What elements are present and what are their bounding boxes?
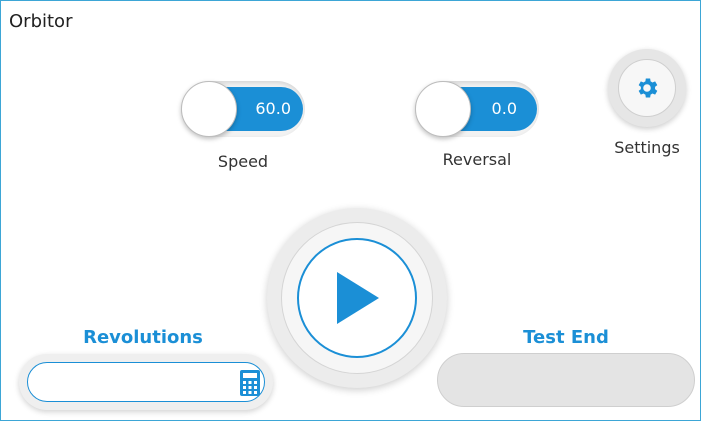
gear-icon [638, 78, 658, 98]
settings-button-face[interactable] [618, 59, 676, 117]
play-button[interactable] [267, 208, 447, 388]
revolutions-input[interactable] [27, 362, 265, 402]
test-end-label: Test End [523, 327, 609, 348]
settings-label: Settings [614, 138, 680, 157]
play-button-face[interactable] [297, 238, 417, 358]
settings-button[interactable] [608, 49, 686, 127]
revolutions-field[interactable] [19, 354, 273, 410]
reversal-value: 0.0 [491, 99, 517, 118]
speed-toggle-knob[interactable] [181, 81, 237, 137]
speed-control[interactable]: 60.0 [181, 81, 305, 137]
play-icon [337, 272, 379, 324]
speed-label: Speed [217, 152, 269, 171]
app-title: Orbitor [9, 11, 73, 32]
app-window: Orbitor 60.0 Speed 0.0 Reversal Settings… [0, 0, 701, 421]
reversal-toggle-knob[interactable] [415, 81, 471, 137]
calculator-icon[interactable] [240, 370, 260, 396]
revolutions-label: Revolutions [83, 327, 203, 348]
reversal-label: Reversal [442, 150, 512, 169]
reversal-control[interactable]: 0.0 [415, 81, 539, 137]
speed-value: 60.0 [255, 99, 291, 118]
test-end-field[interactable] [437, 353, 695, 407]
